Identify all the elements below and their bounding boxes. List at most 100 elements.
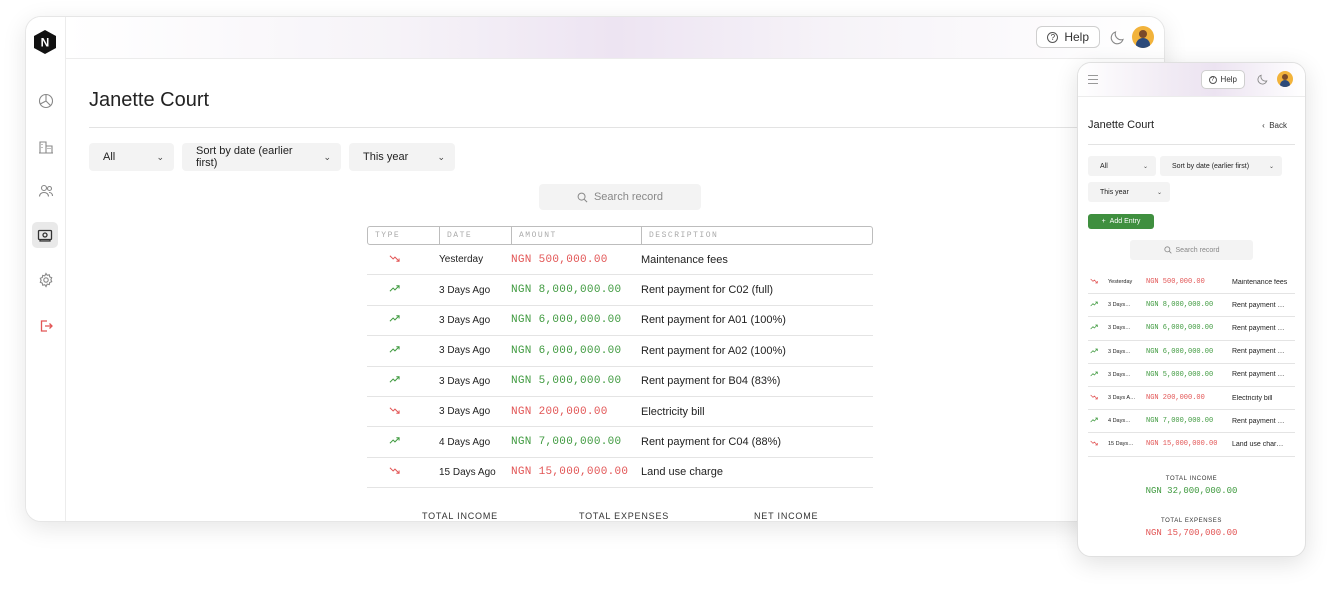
trend-down-icon [367, 465, 439, 479]
trend-up-icon [1088, 370, 1108, 380]
moon-icon[interactable] [1257, 73, 1269, 85]
avatar[interactable] [1277, 71, 1293, 87]
row-amount: NGN 15,000,000.00 [511, 466, 629, 479]
chevron-left-icon: ‹ [1262, 121, 1265, 130]
trend-down-icon [1088, 439, 1108, 449]
chevron-down-icon: ⌄ [437, 151, 445, 162]
list-item[interactable]: Yesterday NGN 500,000.00 Maintenance fee… [1088, 271, 1295, 295]
sort-value: Sort by date (earlier first) [196, 145, 293, 169]
row-description: Electricity bill [1232, 394, 1273, 402]
table-row[interactable]: 3 Days Ago NGN 6,000,000.00 Rent payment… [367, 336, 873, 367]
gear-icon[interactable] [34, 268, 58, 292]
mobile-window: ? Help Janette Court ‹ Back All ⌄ Sort by… [1077, 62, 1306, 557]
table-row[interactable]: 3 Days Ago NGN 5,000,000.00 Rent payment… [367, 367, 873, 397]
list-item[interactable]: 4 Days… NGN 7,000,000.00 Rent payment … [1088, 410, 1295, 434]
type-filter-select[interactable]: All ⌄ [89, 143, 174, 171]
total-income-value: NGN 32,000,000.00 [1145, 486, 1238, 496]
trend-up-icon [367, 374, 439, 388]
table-row[interactable]: 3 Days Ago NGN 200,000.00 Electricity bi… [367, 397, 873, 428]
table-row[interactable]: 15 Days Ago NGN 15,000,000.00 Land use c… [367, 458, 873, 489]
question-icon: ? [1208, 75, 1217, 84]
table-row[interactable]: 3 Days Ago NGN 6,000,000.00 Rent payment… [367, 306, 873, 337]
sort-select[interactable]: Sort by date (earlier first) ⌄ [1160, 156, 1282, 176]
list-item[interactable]: 3 Days… NGN 5,000,000.00 Rent payment … [1088, 364, 1295, 387]
list-item[interactable]: 15 Days… NGN 15,000,000.00 Land use char… [1088, 433, 1295, 457]
row-date: Yesterday [439, 254, 484, 266]
table-row[interactable]: 3 Days Ago NGN 8,000,000.00 Rent payment… [367, 275, 873, 306]
row-amount: NGN 200,000.00 [511, 405, 608, 418]
period-select[interactable]: This year ⌄ [349, 143, 455, 171]
row-date: 3 Days… [1108, 325, 1131, 332]
back-label: Back [1269, 121, 1287, 130]
trend-down-icon [367, 253, 439, 267]
table-row[interactable]: 4 Days Ago NGN 7,000,000.00 Rent payment… [367, 427, 873, 458]
users-icon[interactable] [34, 179, 58, 203]
chevron-down-icon: ⌄ [1142, 163, 1148, 170]
back-button[interactable]: ‹ Back [1262, 121, 1287, 130]
app-logo-icon[interactable]: N [33, 29, 57, 55]
row-date: 3 Days A… [1108, 395, 1136, 402]
row-description: Rent payment for C02 (full) [641, 284, 774, 297]
list-item[interactable]: 3 Days… NGN 6,000,000.00 Rent payment … [1088, 317, 1295, 341]
row-description: Rent payment … [1232, 371, 1285, 379]
trend-down-icon [367, 405, 439, 419]
list-item[interactable]: 3 Days… NGN 8,000,000.00 Rent payment … [1088, 294, 1295, 318]
search-placeholder: Search record [1175, 246, 1220, 254]
row-date: 4 Days… [1108, 418, 1131, 425]
row-date: 3 Days Ago [439, 406, 491, 418]
avatar[interactable] [1132, 26, 1154, 48]
row-description: Rent payment for A01 (100%) [641, 314, 786, 327]
trend-up-icon [1088, 347, 1108, 357]
row-amount: NGN 7,000,000.00 [511, 436, 622, 449]
type-filter-select[interactable]: All ⌄ [1088, 156, 1156, 176]
chevron-down-icon: ⌄ [1156, 189, 1162, 196]
row-date: 3 Days… [1108, 371, 1131, 378]
list-item[interactable]: 3 Days A… NGN 200,000.00 Electricity bil… [1088, 387, 1295, 411]
row-description: Rent payment for A02 (100%) [641, 344, 786, 357]
row-description: Land use char… [1232, 440, 1284, 448]
transactions-list: Yesterday NGN 500,000.00 Maintenance fee… [1088, 271, 1295, 457]
sidebar: N [26, 17, 66, 521]
sort-select[interactable]: Sort by date (earlier first) ⌄ [182, 143, 341, 171]
row-amount: NGN 5,000,000.00 [511, 375, 622, 388]
table-row[interactable]: Yesterday NGN 500,000.00 Maintenance fee… [367, 245, 873, 276]
search-input[interactable]: Search record [1130, 240, 1253, 260]
row-date: 3 Days Ago [439, 284, 491, 296]
question-icon: ? [1047, 31, 1059, 43]
mobile-header: ? Help [1078, 63, 1305, 97]
row-description: Rent payment for C04 (88%) [641, 436, 782, 449]
menu-icon[interactable] [1088, 75, 1098, 87]
building-icon[interactable] [34, 135, 58, 159]
pie-chart-icon[interactable] [34, 89, 58, 113]
header-description: DESCRIPTION [649, 231, 719, 240]
row-date: 3 Days Ago [439, 314, 491, 326]
logout-icon[interactable] [34, 314, 58, 338]
row-date: 4 Days Ago [439, 436, 491, 448]
total-income-label: TOTAL INCOME [422, 511, 498, 521]
moon-icon[interactable] [1110, 29, 1126, 45]
row-description: Rent payment … [1232, 324, 1285, 332]
row-amount: NGN 6,000,000.00 [511, 314, 622, 327]
row-date: 3 Days… [1108, 348, 1131, 355]
list-item[interactable]: 3 Days… NGN 6,000,000.00 Rent payment … [1088, 341, 1295, 364]
row-amount: NGN 15,000,000.00 [1146, 440, 1218, 449]
desktop-window: N ? Help Janette Court All ⌄ Sort by dat… [25, 16, 1165, 522]
cash-icon[interactable] [32, 222, 58, 248]
trend-up-icon [367, 344, 439, 358]
row-amount: NGN 5,000,000.00 [1146, 370, 1214, 379]
row-amount: NGN 8,000,000.00 [1146, 301, 1214, 310]
search-input[interactable]: Search record [539, 184, 701, 210]
help-label: Help [1064, 30, 1089, 44]
period-select[interactable]: This year ⌄ [1088, 182, 1170, 202]
trend-up-icon [1088, 300, 1108, 310]
sort-value: Sort by date (earlier first) [1172, 162, 1250, 170]
trend-up-icon [367, 283, 439, 297]
add-entry-label: Add Entry [1109, 218, 1141, 225]
chevron-down-icon: ⌄ [323, 151, 331, 162]
row-description: Maintenance fees [641, 253, 728, 266]
help-button[interactable]: ? Help [1036, 26, 1100, 48]
help-button[interactable]: ? Help [1200, 70, 1245, 89]
add-entry-button[interactable]: + Add Entry [1088, 214, 1154, 229]
row-date: 3 Days… [1108, 302, 1131, 309]
total-expenses-label: TOTAL EXPENSES [1161, 518, 1222, 524]
